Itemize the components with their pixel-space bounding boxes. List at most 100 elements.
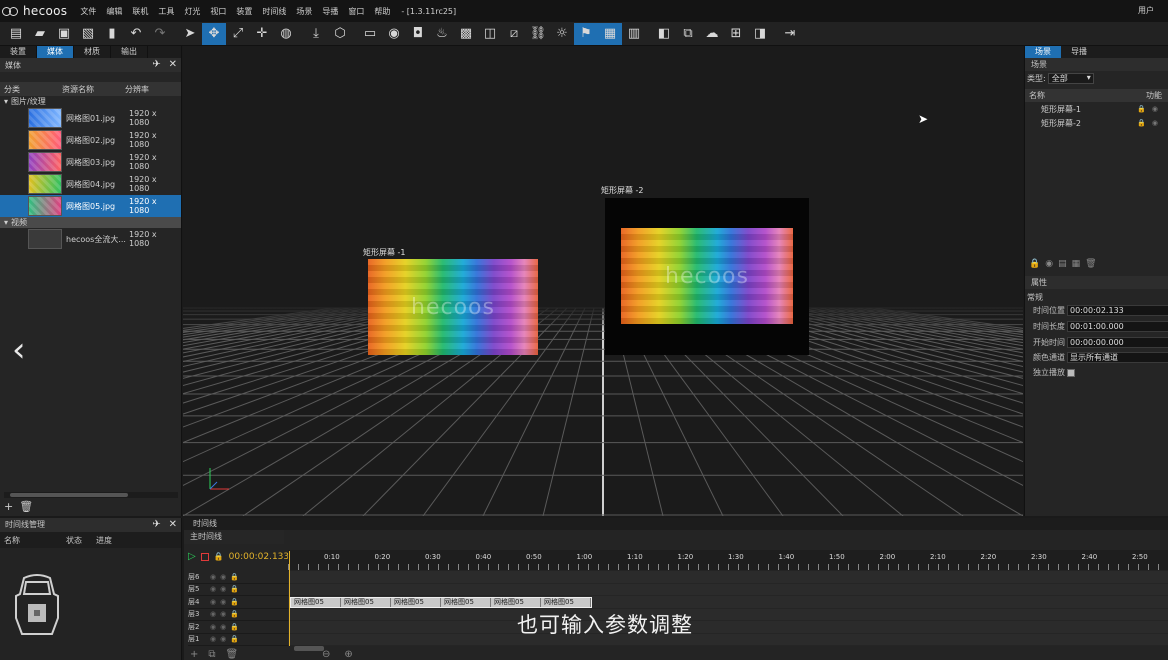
layer-visibility-lock-icon[interactable]: ◉◉🔒 — [210, 573, 243, 581]
clip-strip[interactable]: 网格图05 网格图05 网格图05 网格图05 网格图05 网格图05 — [290, 597, 592, 608]
capture-icon[interactable]: ◫ — [478, 23, 502, 45]
grid-icon[interactable]: ▦ — [598, 22, 622, 45]
layer-row[interactable]: 层5 ◉◉🔒 — [188, 584, 288, 596]
menu-view[interactable]: 视口 — [205, 6, 231, 17]
light-icon[interactable]: ♨ — [430, 23, 454, 45]
solo-play-checkbox[interactable] — [1067, 368, 1075, 377]
network-icon[interactable]: ⧉ — [676, 23, 700, 45]
pin-icon[interactable]: ✈ — [152, 518, 160, 532]
zoom-out-icon[interactable]: ⊖ — [322, 649, 330, 660]
asset-row[interactable]: 网格图05.jpg 1920 x 1080 — [0, 195, 181, 217]
tab-broadcast[interactable]: 导播 — [1061, 46, 1097, 58]
timeline-scrollbar[interactable] — [294, 646, 324, 651]
asset-row[interactable]: 网格图04.jpg 1920 x 1080 — [0, 173, 181, 195]
horizontal-scrollbar[interactable] — [4, 492, 178, 498]
timeline-tab[interactable]: 时间线 — [184, 518, 1168, 530]
package-icon[interactable]: ▮ — [100, 23, 124, 45]
lock-eye-icon[interactable]: 🔒◉ — [1137, 119, 1164, 127]
timeline-clip[interactable]: 网格图05 — [391, 598, 441, 607]
sun-icon[interactable]: ☼ — [550, 23, 574, 45]
layer-visibility-lock-icon[interactable]: ◉◉🔒 — [210, 585, 243, 593]
col-progress[interactable]: 进度 — [96, 535, 126, 546]
layout-icon[interactable]: ◧ — [652, 23, 676, 45]
add-icon[interactable]: + — [190, 649, 198, 660]
menu-online[interactable]: 联机 — [127, 6, 153, 17]
asset-row[interactable]: 网格图02.jpg 1920 x 1080 — [0, 129, 181, 151]
asset-row[interactable]: 网格图01.jpg 1920 x 1080 — [0, 107, 181, 129]
scale-tool-icon[interactable]: ⤢ — [226, 23, 250, 45]
tab-devices[interactable]: 装置 — [0, 46, 37, 58]
stop-icon[interactable] — [200, 552, 209, 561]
play-icon[interactable]: ▷ — [188, 551, 196, 562]
col-status[interactable]: 状态 — [66, 535, 96, 546]
lock-eye-icon[interactable]: 🔒◉ — [1137, 105, 1164, 113]
timeline-clip[interactable]: 网格图05 — [341, 598, 391, 607]
ruler-icon[interactable]: ⧄ — [502, 23, 526, 45]
select-tool-icon[interactable]: ➤ — [178, 23, 202, 45]
col-category[interactable]: 分类 — [0, 84, 62, 95]
table-icon[interactable]: ▦ — [1072, 259, 1081, 269]
main-timeline-tab[interactable]: 主时间线 — [184, 530, 284, 544]
menu-help[interactable]: 帮助 — [369, 6, 395, 17]
time-position-input[interactable]: 00:00:02.133 — [1067, 305, 1168, 316]
menu-scene[interactable]: 场景 — [291, 6, 317, 17]
menu-devices[interactable]: 装置 — [231, 6, 257, 17]
col-function[interactable]: 功能 — [1146, 90, 1162, 101]
visibility-icon[interactable]: ◉ — [1045, 259, 1053, 269]
grid-view-icon[interactable]: ⊞ — [724, 23, 748, 45]
clipboard-icon[interactable]: ▤ — [1058, 259, 1067, 269]
timeline-clip[interactable]: 网格图05 — [491, 598, 541, 607]
close-icon[interactable]: ✕ — [169, 59, 177, 70]
trash-icon[interactable]: 🗑 — [1085, 259, 1096, 269]
fps-icon[interactable]: ▥ — [622, 23, 646, 45]
trash-icon[interactable]: 🗑 — [226, 649, 239, 660]
asset-row[interactable]: 网格图03.jpg 1920 x 1080 — [0, 151, 181, 173]
menu-tools[interactable]: 工具 — [153, 6, 179, 17]
menu-file[interactable]: 文件 — [75, 6, 101, 17]
chevron-left-icon[interactable]: ‹ — [12, 330, 26, 370]
col-name[interactable]: 名称 — [0, 535, 66, 546]
col-resolution[interactable]: 分辨率 — [125, 84, 175, 95]
open-folder-icon[interactable]: ▰ — [28, 23, 52, 45]
save-as-icon[interactable]: ▧ — [76, 23, 100, 45]
pan-tool-icon[interactable]: ✛ — [250, 23, 274, 45]
link-icon[interactable]: ⛓ — [526, 23, 550, 45]
exit-icon[interactable]: ⇥ — [778, 23, 802, 45]
tab-scene[interactable]: 场景 — [1025, 46, 1061, 58]
col-name[interactable]: 名称 — [1029, 90, 1045, 101]
tab-output[interactable]: 输出 — [111, 46, 148, 58]
cube-icon[interactable]: ⬡ — [328, 23, 352, 45]
group-video[interactable]: ▾ 视频 — [0, 217, 181, 228]
move-tool-icon[interactable]: ✥ — [202, 22, 226, 45]
tab-media[interactable]: 媒体 — [37, 46, 74, 58]
menu-lights[interactable]: 灯光 — [179, 6, 205, 17]
screen-2[interactable]: hecoos — [605, 198, 809, 355]
mirror-icon[interactable]: ◨ — [748, 23, 772, 45]
timeline-clip[interactable]: 网格图05 — [291, 598, 341, 607]
screen-1[interactable]: hecoos — [368, 259, 538, 355]
pin-icon[interactable]: ✈ — [152, 59, 160, 70]
type-select[interactable]: 全部 — [1047, 72, 1094, 84]
trash-icon[interactable]: 🗑 — [19, 500, 33, 513]
layer-row[interactable]: 层4 ◉◉🔒 — [188, 596, 288, 609]
scene-item[interactable]: 矩形屏幕-1 🔒◉ — [1025, 102, 1168, 116]
scene-item[interactable]: 矩形屏幕-2 🔒◉ — [1025, 116, 1168, 130]
redo-icon[interactable]: ↷ — [148, 23, 172, 45]
timeline-clip[interactable]: 网格图05 — [441, 598, 491, 607]
menu-timeline[interactable]: 时间线 — [257, 6, 291, 17]
time-ruler[interactable]: 0:10 0:20 0:30 0:40 0:50 1:00 1:10 1:20 1:30 1:40… — [288, 550, 1168, 570]
menu-window[interactable]: 窗口 — [343, 6, 369, 17]
zoom-in-icon[interactable]: ⊕ — [344, 649, 352, 660]
lock-icon[interactable]: 🔒 — [214, 552, 224, 561]
current-time[interactable]: 00:00:02.133 — [229, 552, 289, 562]
lock-icon[interactable]: 🔒 — [1029, 259, 1040, 269]
close-icon[interactable]: ✕ — [169, 518, 177, 532]
new-file-icon[interactable]: ▤ — [4, 23, 28, 45]
layer-visibility-lock-icon[interactable]: ◉◉🔒 — [210, 598, 243, 606]
video-asset-row[interactable]: hecoos全流大... 1920 x 1080 — [0, 228, 181, 250]
tab-materials[interactable]: 材质 — [74, 46, 111, 58]
col-asset-name[interactable]: 资源名称 — [62, 84, 125, 95]
camera-icon[interactable]: ▩ — [454, 23, 478, 45]
3d-viewport[interactable]: 矩形屏幕 -1 hecoos 矩形屏幕 -2 hecoos — [183, 46, 1023, 516]
weather-icon[interactable]: ☁ — [700, 23, 724, 45]
